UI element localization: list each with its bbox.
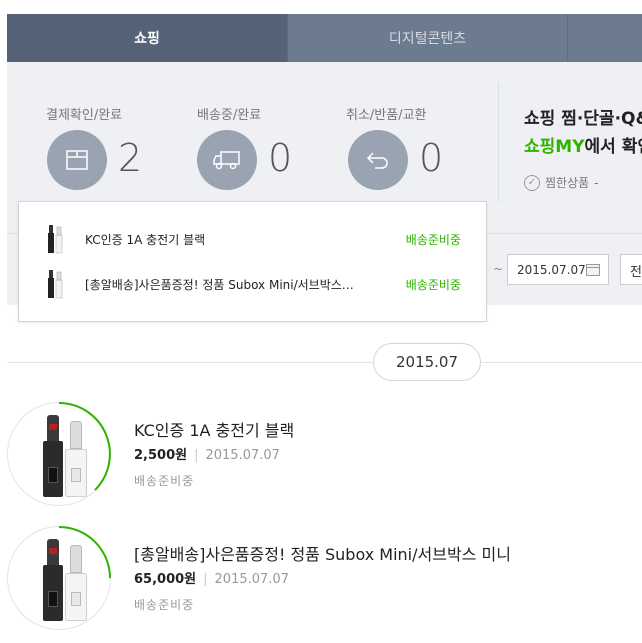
order-meta: 65,000원 | 2015.07.07 <box>134 572 289 587</box>
truck-icon <box>197 130 257 190</box>
product-thumbnail <box>48 270 63 299</box>
divider <box>498 82 499 202</box>
order-status-popup: KC인증 1A 충전기 블랙 배송준비중 [총알배송]사은품증정! 정품 Sub… <box>18 201 487 322</box>
order-item[interactable]: KC인증 1A 충전기 블랙 2,500원 | 2015.07.07 배송준비중 <box>0 402 642 512</box>
tab-shopping[interactable]: 쇼핑 <box>7 14 287 62</box>
check-circle-icon: ✓ <box>524 174 540 191</box>
stat-count: 0 <box>268 136 293 180</box>
popup-item-status: 배송준비중 <box>405 277 461 292</box>
product-image-ring <box>7 402 111 506</box>
tab-bar: 쇼핑 디지털콘텐츠 <box>7 14 642 62</box>
product-thumbnail <box>48 225 63 254</box>
stat-count: 2 <box>118 136 143 180</box>
order-meta: 2,500원 | 2015.07.07 <box>134 448 280 463</box>
promo-subheading[interactable]: 쇼핑MY에서 확인 <box>524 132 642 157</box>
stat-count: 0 <box>419 136 444 180</box>
stat-label: 배송중/완료 <box>197 108 262 123</box>
product-image <box>39 537 95 621</box>
order-status: 배송준비중 <box>134 474 195 488</box>
return-arrow-icon <box>348 130 408 190</box>
end-date-input[interactable]: 2015.07.07 <box>507 254 609 285</box>
tab-third[interactable] <box>567 14 642 62</box>
order-date: 2015.07.07 <box>205 448 280 463</box>
product-image-ring <box>7 526 111 630</box>
wishlist-count: - <box>594 175 599 190</box>
product-image <box>39 413 95 497</box>
box-icon <box>47 130 107 190</box>
order-item[interactable]: [총알배송]사은품증정! 정품 Subox Mini/서브박스 미니 65,00… <box>0 526 642 636</box>
promo-heading: 쇼핑 찜·단골·Q& <box>524 109 642 129</box>
calendar-icon[interactable] <box>586 264 600 276</box>
promo-subheading-rest: 에서 확인 <box>584 137 642 157</box>
order-price: 65,000원 <box>134 572 197 587</box>
popup-item-name: KC인증 1A 충전기 블랙 <box>85 232 206 247</box>
wishlist-link[interactable]: ✓ 찜한상품 - <box>524 174 599 191</box>
popup-item[interactable]: [총알배송]사은품증정! 정품 Subox Mini/서브박스… 배송준비중 <box>19 264 486 304</box>
shopping-my-link[interactable]: 쇼핑MY <box>524 137 585 157</box>
order-date: 2015.07.07 <box>214 572 289 587</box>
stat-label: 취소/반품/교환 <box>346 108 427 123</box>
tab-digital-contents[interactable]: 디지털콘텐츠 <box>287 14 567 62</box>
order-price: 2,500원 <box>134 448 188 463</box>
month-label: 2015.07 <box>373 343 481 381</box>
stat-label: 결제확인/완료 <box>46 108 123 123</box>
order-title[interactable]: KC인증 1A 충전기 블랙 <box>134 417 294 441</box>
wishlist-label: 찜한상품 <box>545 176 590 190</box>
order-title[interactable]: [총알배송]사은품증정! 정품 Subox Mini/서브박스 미니 <box>134 541 511 565</box>
end-date-value: 2015.07.07 <box>517 262 586 277</box>
popup-item-status: 배송준비중 <box>405 232 461 247</box>
popup-item[interactable]: KC인증 1A 충전기 블랙 배송준비중 <box>19 219 486 259</box>
search-period-button[interactable]: 전 <box>620 254 642 285</box>
order-status: 배송준비중 <box>134 598 195 612</box>
date-range-separator: ~ <box>493 262 504 276</box>
popup-item-name: [총알배송]사은품증정! 정품 Subox Mini/서브박스… <box>85 277 354 292</box>
month-divider-line <box>7 362 642 363</box>
